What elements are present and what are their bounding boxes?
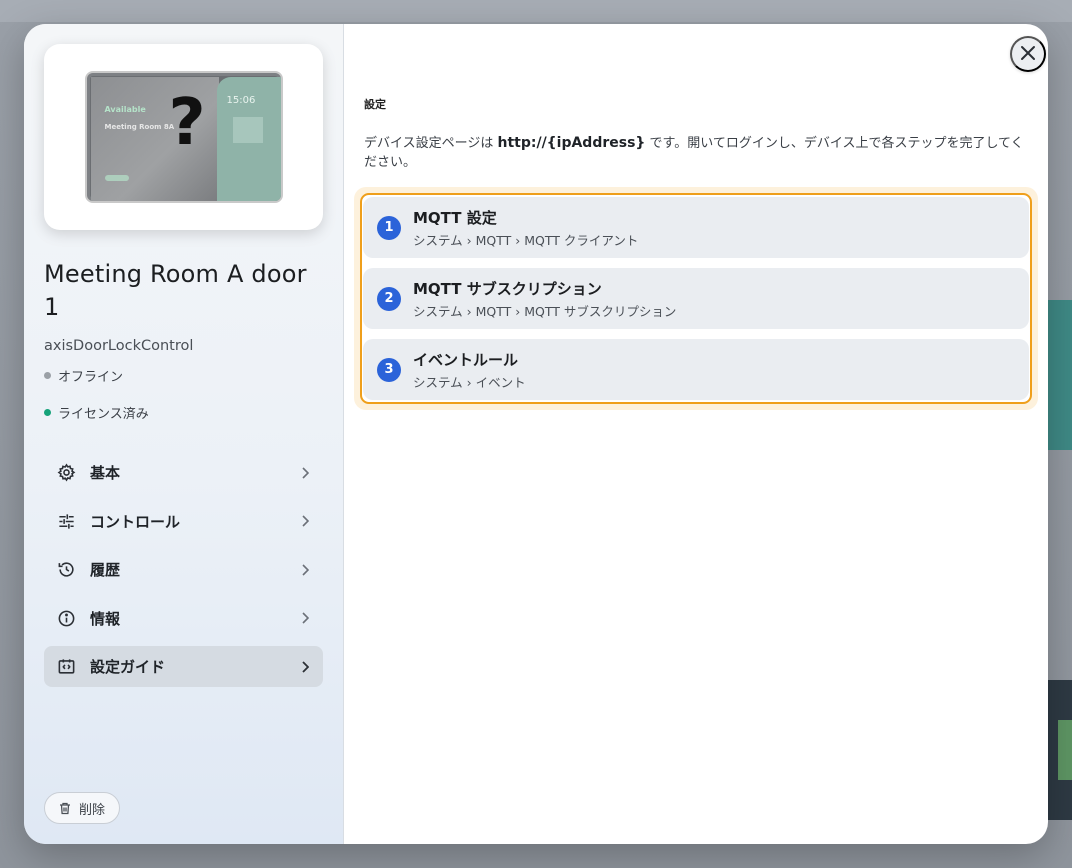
sidebar-item-control[interactable]: コントロール (44, 501, 323, 542)
step-path: システム › MQTT › MQTT サブスクリプション (413, 303, 677, 319)
sidebar-item-label: コントロール (90, 512, 181, 531)
sliders-icon (56, 511, 76, 531)
sidebar: Available Meeting Room 8A 15:06 ? Meetin… (24, 24, 344, 844)
device-image-card: Available Meeting Room 8A 15:06 ? (44, 44, 323, 230)
delete-button-label: 削除 (79, 801, 106, 817)
sidebar-item-basic[interactable]: 基本 (44, 452, 323, 493)
device-url: http://{ipAddress} (497, 135, 646, 151)
close-button[interactable] (1010, 36, 1046, 72)
steps-list: 1 MQTT 設定 システム › MQTT › MQTT クライアント 2 MQ… (360, 193, 1032, 404)
thumbnail-time-text: 15:06 (226, 95, 256, 106)
status-offline: オフライン (44, 366, 323, 385)
status-licensed-label: ライセンス済み (58, 407, 149, 422)
sidebar-item-history[interactable]: 履歴 (44, 549, 323, 590)
thumbnail-status-text: Available (104, 105, 146, 114)
chevron-right-icon (299, 466, 311, 479)
chevron-right-icon (299, 515, 311, 527)
offline-dot-icon (44, 372, 51, 379)
step-number-badge: 3 (377, 357, 401, 382)
chevron-right-icon (299, 660, 311, 673)
gear-icon (56, 463, 76, 483)
sidebar-item-label: 情報 (90, 609, 121, 628)
setup-guide-icon (56, 657, 76, 677)
delete-button[interactable]: 削除 (44, 792, 121, 824)
step-number-badge: 2 (377, 286, 401, 311)
device-name: Meeting Room A door 1 (44, 260, 307, 321)
close-icon (1020, 45, 1036, 64)
sidebar-nav: 基本 コントロール 履歴 情報 設定ガイド (44, 452, 323, 687)
step-number-badge: 1 (377, 215, 401, 240)
licensed-dot-icon (44, 409, 51, 416)
thumbnail-room-text: Meeting Room 8A (104, 123, 175, 131)
step-item: 1 MQTT 設定 システム › MQTT › MQTT クライアント (363, 197, 1029, 258)
chevron-right-icon (299, 612, 311, 624)
history-icon (56, 560, 76, 580)
device-type: axisDoorLockControl (44, 338, 194, 354)
unknown-device-icon: ? (168, 86, 206, 160)
step-item: 2 MQTT サブスクリプション システム › MQTT › MQTT サブスク… (363, 268, 1029, 329)
sidebar-item-label: 基本 (90, 464, 121, 482)
sidebar-item-label: 履歴 (90, 561, 121, 579)
steps-highlight: 1 MQTT 設定 システム › MQTT › MQTT クライアント 2 MQ… (354, 187, 1038, 410)
device-settings-modal: Available Meeting Room 8A 15:06 ? Meetin… (24, 24, 1048, 844)
sidebar-item-label: 設定ガイド (90, 658, 166, 676)
main-content: 設定 デバイス設定ページは http://{ipAddress} です。開いてロ… (344, 24, 1048, 844)
chevron-right-icon (299, 563, 311, 576)
step-path: システム › MQTT › MQTT クライアント (413, 232, 639, 248)
step-title: MQTT サブスクリプション (413, 279, 602, 298)
sidebar-item-info[interactable]: 情報 (44, 598, 323, 639)
info-icon (56, 608, 76, 628)
description-prefix: デバイス設定ページは (364, 136, 498, 151)
step-path: システム › イベント (413, 374, 526, 390)
step-item: 3 イベントルール システム › イベント (363, 339, 1029, 400)
device-thumbnail: Available Meeting Room 8A 15:06 ? (84, 71, 283, 203)
status-licensed: ライセンス済み (44, 403, 323, 422)
sidebar-item-setup-guide[interactable]: 設定ガイド (44, 646, 323, 687)
step-title: MQTT 設定 (413, 208, 497, 227)
section-title: 設定 (364, 98, 386, 111)
status-offline-label: オフライン (58, 370, 124, 385)
setup-description: デバイス設定ページは http://{ipAddress} です。開いてログイン… (364, 134, 1029, 172)
step-title: イベントルール (413, 350, 519, 369)
trash-icon (59, 802, 71, 815)
